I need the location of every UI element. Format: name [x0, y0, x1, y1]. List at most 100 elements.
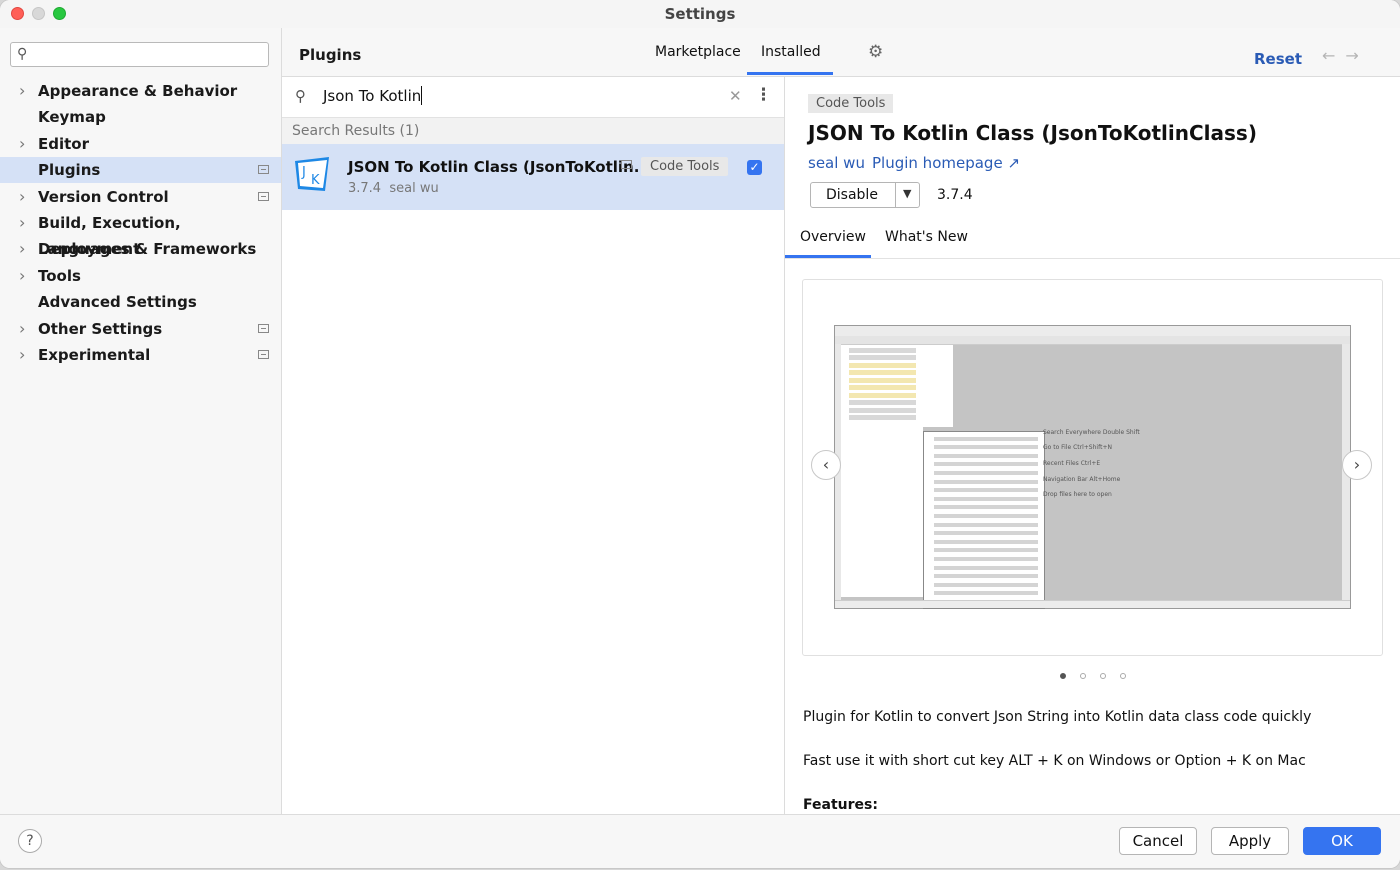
project-level-icon	[258, 350, 269, 359]
screenshot-hint: Recent Files Ctrl+E	[1043, 460, 1101, 467]
plugin-version: 3.7.4	[348, 181, 382, 196]
tab-overview[interactable]: Overview	[800, 229, 866, 245]
sidebar-item-label: Appearance & Behavior	[38, 82, 238, 100]
tab-whats-new[interactable]: What's New	[885, 229, 968, 245]
arrow-right-icon[interactable]: →	[1345, 46, 1368, 65]
sidebar-item-keymap[interactable]: Keymap	[0, 104, 281, 130]
apply-button[interactable]: Apply	[1211, 827, 1289, 855]
plugin-title: JSON To Kotlin Class (JsonToKotlinClass)	[808, 121, 1257, 145]
screenshot-hint: Go to File Ctrl+Shift+N	[1043, 444, 1112, 451]
screenshot-hint: Drop files here to open	[1043, 491, 1112, 498]
carousel-dots	[785, 664, 1400, 683]
plugin-author-link[interactable]: seal wu	[808, 154, 865, 172]
plugin-description: Plugin for Kotlin to convert Json String…	[803, 709, 1312, 725]
history-navigation: ←→	[1322, 46, 1369, 65]
plugin-name: JSON To Kotlin Class (JsonToKotlin...	[348, 158, 651, 176]
plugin-logo-icon: J K	[295, 157, 329, 191]
sidebar-item-other-settings[interactable]: › Other Settings	[0, 316, 281, 342]
help-button[interactable]: ?	[18, 829, 42, 853]
project-level-icon	[258, 165, 269, 175]
sidebar-item-tools[interactable]: › Tools	[0, 263, 281, 289]
search-icon[interactable]: ⚲	[295, 87, 306, 105]
plugin-description: Fast use it with short cut key ALT + K o…	[803, 753, 1306, 769]
chevron-right-icon[interactable]: ›	[19, 184, 25, 210]
carousel-dot[interactable]	[1099, 673, 1106, 679]
chevron-right-icon[interactable]: ›	[19, 263, 25, 289]
page-title: Plugins	[299, 46, 362, 64]
sidebar-item-label: Editor	[38, 134, 89, 153]
clear-search-icon[interactable]: ✕	[729, 87, 742, 105]
plugin-search-bar: ⚲ Json To Kotlin ✕ ⋮	[282, 77, 784, 118]
sidebar-item-plugins[interactable]: Plugins	[0, 157, 281, 184]
split-divider	[895, 183, 896, 207]
screenshot-toolbar	[835, 336, 1350, 345]
screenshot-project-tree	[841, 345, 953, 427]
carousel-dot[interactable]	[1119, 673, 1126, 679]
chevron-down-icon[interactable]: ▼	[903, 187, 911, 200]
plugin-settings-badge-icon	[621, 160, 632, 169]
chevron-right-icon[interactable]: ›	[19, 236, 25, 262]
sidebar-item-label: Tools	[38, 266, 81, 285]
plugin-homepage-link[interactable]: Plugin homepage ↗	[872, 154, 1020, 172]
sidebar-item-label: Languages & Frameworks	[38, 240, 257, 259]
tab-installed[interactable]: Installed	[761, 44, 821, 60]
sidebar-item-label: Plugins	[38, 161, 101, 180]
title-bar: Settings	[0, 0, 1400, 28]
sidebar-item-label: Advanced Settings	[38, 293, 197, 312]
plugin-screenshot: Search Everywhere Double Shift Go to Fil…	[834, 325, 1351, 609]
chevron-right-icon[interactable]: ›	[19, 342, 25, 368]
plugin-version: 3.7.4	[937, 187, 973, 203]
svg-text:J: J	[301, 165, 306, 180]
carousel-dot[interactable]	[1079, 673, 1086, 679]
chevron-right-icon[interactable]: ›	[19, 78, 25, 104]
chevron-right-icon[interactable]: ›	[19, 131, 25, 157]
sidebar-item-build-execution-deployment[interactable]: › Build, Execution, Deployment	[0, 210, 281, 258]
settings-sidebar: ⚲ › Appearance & Behavior Keymap › Editor Plu…	[0, 28, 282, 814]
gear-icon[interactable]: ⚙	[868, 42, 883, 62]
plugins-header: Plugins Marketplace Installed ⚙ Reset ←→	[282, 28, 1400, 77]
screenshot-carousel: Search Everywhere Double Shift Go to Fil…	[802, 279, 1383, 656]
chevron-right-icon[interactable]: ›	[19, 210, 25, 236]
detail-tabs: Overview What's New	[785, 225, 1400, 259]
plugin-search-input[interactable]: Json To Kotlin	[323, 87, 421, 105]
ok-button[interactable]: OK	[1303, 827, 1381, 855]
dialog-footer: ? Cancel Apply OK	[0, 814, 1400, 868]
settings-search-input[interactable]: ⚲	[10, 42, 269, 67]
carousel-dot[interactable]	[1059, 673, 1066, 679]
disable-split-button[interactable]: Disable ▼	[810, 182, 920, 208]
chevron-right-icon[interactable]: ›	[19, 316, 25, 342]
sidebar-item-label: Experimental	[38, 346, 151, 364]
reset-link[interactable]: Reset	[1254, 50, 1302, 68]
active-tab-indicator	[785, 255, 871, 258]
arrow-left-icon[interactable]: ←	[1322, 46, 1345, 65]
screenshot-project-tree-lower	[841, 427, 923, 597]
settings-window: Settings ⚲ › Appearance & Behavior Keymap ›…	[0, 0, 1400, 868]
text-caret	[421, 86, 422, 105]
active-tab-indicator	[747, 72, 833, 75]
more-options-icon[interactable]: ⋮	[755, 85, 772, 105]
screenshot-hint: Search Everywhere Double Shift	[1043, 429, 1140, 436]
carousel-next-button[interactable]: ›	[1342, 450, 1372, 480]
window-title: Settings	[664, 5, 736, 23]
sidebar-item-version-control[interactable]: › Version Control	[0, 184, 281, 210]
sidebar-item-languages-frameworks[interactable]: › Languages & Frameworks	[0, 236, 281, 262]
sidebar-item-appearance-behavior[interactable]: › Appearance & Behavior	[0, 78, 281, 104]
plugin-detail-pane: Code Tools JSON To Kotlin Class (JsonToK…	[785, 77, 1400, 814]
plugin-list-item[interactable]: J K JSON To Kotlin Class (JsonToKotlin..…	[282, 144, 784, 210]
screenshot-statusbar	[835, 600, 1350, 608]
tab-marketplace[interactable]: Marketplace	[655, 44, 741, 60]
features-heading: Features:	[803, 797, 878, 813]
disable-button[interactable]: Disable	[826, 187, 878, 203]
plugin-list-pane: ⚲ Json To Kotlin ✕ ⋮ Search Results (1) …	[282, 77, 785, 814]
sidebar-item-advanced-settings[interactable]: Advanced Settings	[0, 289, 281, 315]
screenshot-hint: Navigation Bar Alt+Home	[1043, 476, 1121, 483]
sidebar-item-editor[interactable]: › Editor	[0, 131, 281, 157]
plugin-meta: 3.7.4 seal wu	[348, 181, 439, 196]
project-level-icon	[258, 191, 269, 201]
sidebar-item-experimental[interactable]: › Experimental	[0, 342, 281, 368]
cancel-button[interactable]: Cancel	[1119, 827, 1197, 855]
plugin-enabled-checkbox[interactable]: ✓	[747, 160, 762, 175]
plugin-category-tag: Code Tools	[641, 157, 729, 176]
carousel-prev-button[interactable]: ‹	[811, 450, 841, 480]
project-level-icon	[258, 323, 269, 333]
